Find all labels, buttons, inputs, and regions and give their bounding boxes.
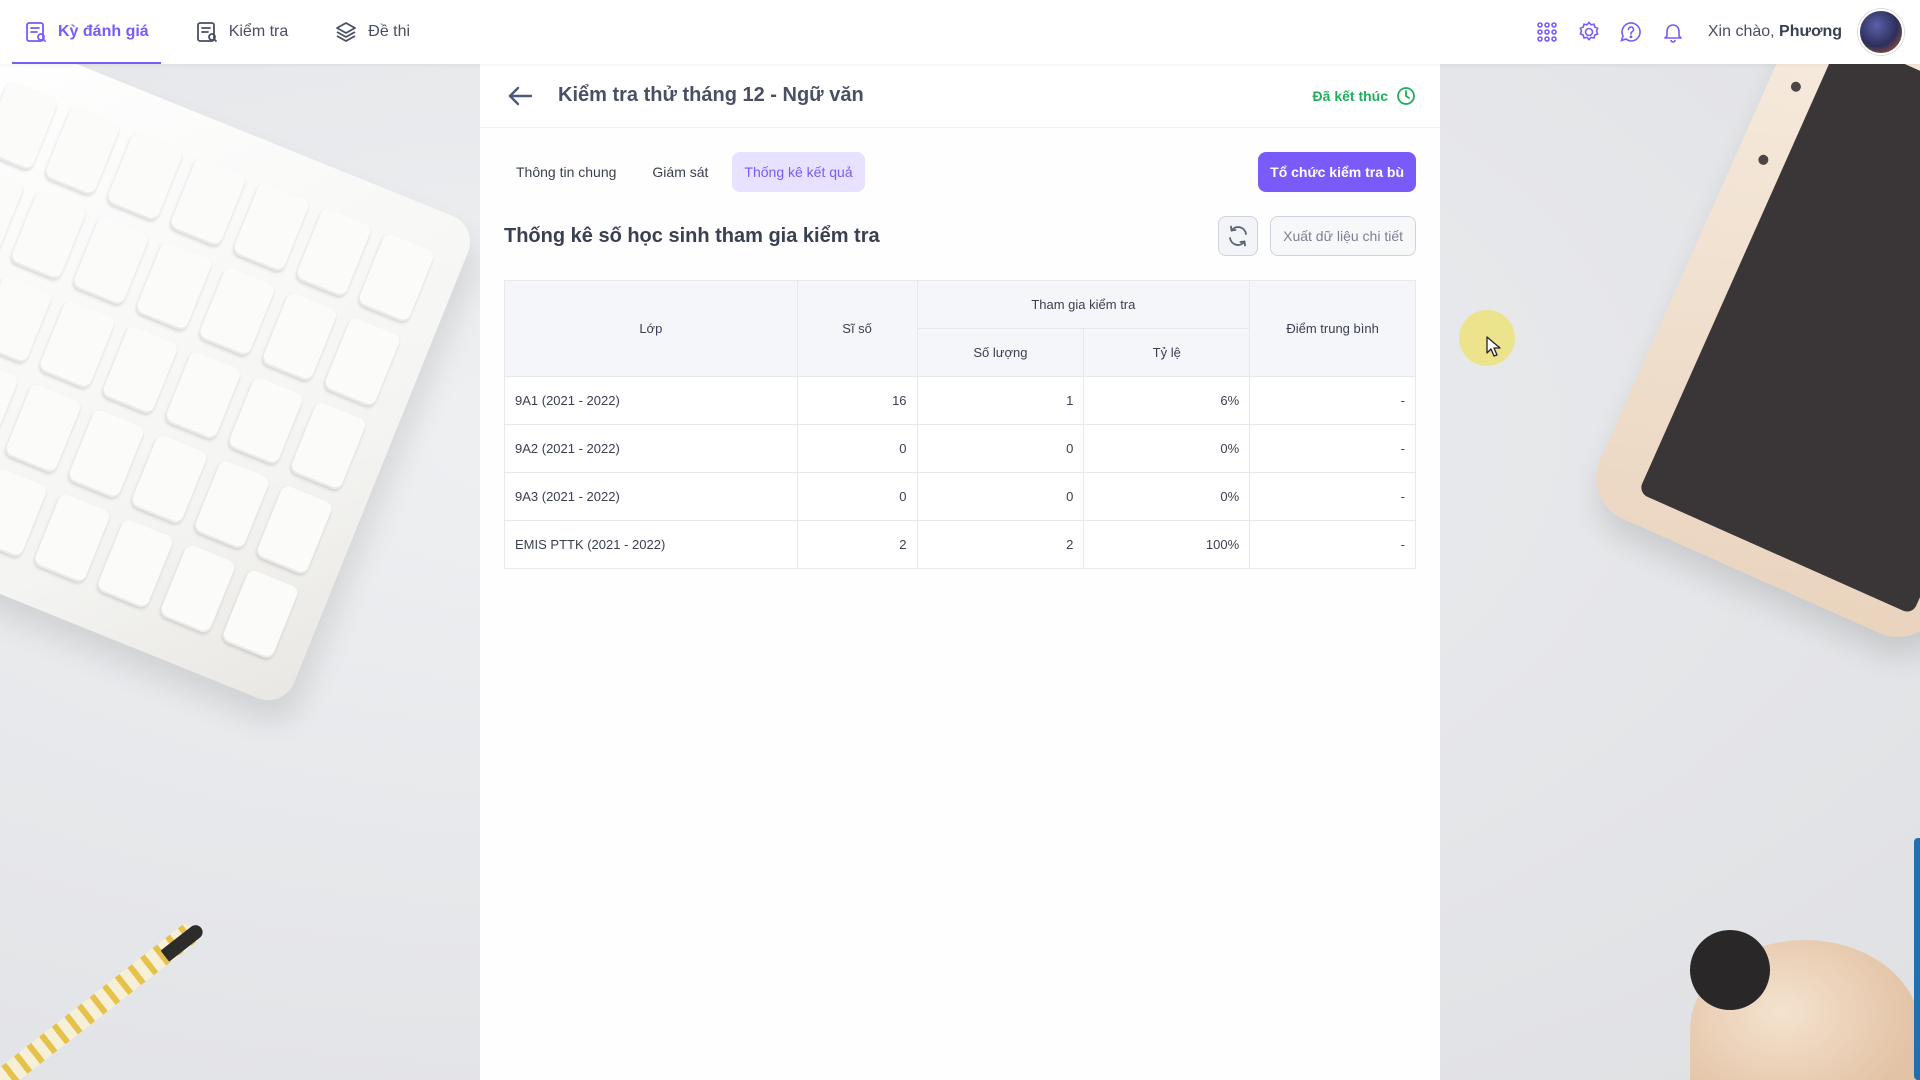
cell-ty-le: 0% xyxy=(1083,472,1251,521)
help-icon[interactable] xyxy=(1618,19,1644,45)
greeting-text: Xin chào, Phương xyxy=(1708,23,1842,41)
participation-stats-table: Lớp Sĩ số Tham gia kiểm tra Điểm trung b… xyxy=(504,280,1416,569)
header-so-luong: Số lượng xyxy=(916,328,1085,377)
status-label: Đã kết thúc xyxy=(1312,87,1388,104)
plush-dark-decoration xyxy=(1690,930,1770,1010)
cell-so-luong: 0 xyxy=(916,424,1085,473)
cell-si-so: 0 xyxy=(796,424,918,473)
export-detail-button[interactable]: Xuất dữ liệu chi tiết xyxy=(1270,216,1416,256)
nav-item-label: Đề thi xyxy=(368,23,411,40)
panel-header: Kiểm tra thử tháng 12 - Ngữ văn Đã kết t… xyxy=(480,64,1440,128)
cell-lop: 9A1 (2021 - 2022) xyxy=(504,376,798,425)
header-si-so: Sĩ số xyxy=(796,280,918,377)
cell-ty-le: 100% xyxy=(1083,520,1251,569)
tab-thong-ke-ket-qua[interactable]: Thống kê kết quả xyxy=(732,152,865,192)
main-panel: Kiểm tra thử tháng 12 - Ngữ văn Đã kết t… xyxy=(480,64,1440,1080)
tabs-row: Thông tin chung Giám sát Thống kê kết qu… xyxy=(480,152,1440,192)
cell-so-luong: 1 xyxy=(916,376,1085,425)
header-tham-gia: Tham gia kiểm tra xyxy=(916,280,1251,329)
nav-item-label: Kiểm tra xyxy=(228,23,289,40)
gear-icon[interactable] xyxy=(1576,19,1602,45)
back-button[interactable] xyxy=(504,80,536,112)
user-name: Phương xyxy=(1779,23,1842,40)
section-title: Thống kê số học sinh tham gia kiểm tra xyxy=(504,224,880,247)
cell-si-so: 16 xyxy=(796,376,918,425)
top-navigation-bar: Kỳ đánh giá Kiểm tra Đề thi Xin chào, Ph… xyxy=(0,0,1920,64)
cell-diem-tb: - xyxy=(1249,424,1416,473)
greeting-prefix: Xin chào, xyxy=(1707,23,1775,40)
side-widget-handle[interactable] xyxy=(1914,838,1920,1080)
cell-si-so: 0 xyxy=(796,472,918,521)
tab-giam-sat[interactable]: Giám sát xyxy=(640,152,720,192)
cell-so-luong: 0 xyxy=(916,472,1085,521)
refresh-button[interactable] xyxy=(1218,216,1259,256)
nav-item-label: Kỳ đánh giá xyxy=(58,23,149,40)
page-title: Kiểm tra thử tháng 12 - Ngữ văn xyxy=(558,84,864,106)
cell-lop: 9A2 (2021 - 2022) xyxy=(504,424,798,473)
cell-diem-tb: - xyxy=(1249,520,1416,569)
topbar-right-group: Xin chào, Phương xyxy=(1534,0,1904,64)
arrow-left-icon xyxy=(508,86,533,105)
cell-diem-tb: - xyxy=(1249,472,1416,521)
header-diem-tb: Điểm trung bình xyxy=(1249,280,1416,377)
nav-item-de-thi[interactable]: Đề thi xyxy=(322,0,422,64)
cell-ty-le: 6% xyxy=(1083,376,1251,425)
clipboard-list-icon xyxy=(24,20,48,44)
status-badge: Đã kết thúc xyxy=(1313,86,1416,106)
header-ty-le: Tỷ lệ xyxy=(1083,328,1251,377)
clock-icon xyxy=(1397,86,1415,105)
nav-item-kiem-tra[interactable]: Kiểm tra xyxy=(183,0,301,64)
test-sheet-icon xyxy=(195,20,219,44)
layers-icon xyxy=(334,20,358,44)
section-header: Thống kê số học sinh tham gia kiểm tra X… xyxy=(480,216,1440,256)
table-row: EMIS PTTK (2021 - 2022) 2 2 100% - xyxy=(504,520,1416,569)
cell-so-luong: 2 xyxy=(916,520,1085,569)
cell-lop: 9A3 (2021 - 2022) xyxy=(504,472,798,521)
tab-thong-tin-chung[interactable]: Thông tin chung xyxy=(504,152,628,192)
apps-grid-icon[interactable] xyxy=(1534,19,1560,45)
nav-item-ky-danh-gia[interactable]: Kỳ đánh giá xyxy=(12,0,161,64)
bell-icon[interactable] xyxy=(1660,19,1686,45)
mouse-cursor-icon xyxy=(1486,336,1501,357)
table-row: 9A1 (2021 - 2022) 16 1 6% - xyxy=(504,376,1416,425)
table-row: 9A2 (2021 - 2022) 0 0 0% - xyxy=(504,424,1416,473)
avatar[interactable] xyxy=(1858,9,1904,55)
cell-si-so: 2 xyxy=(796,520,918,569)
table-row: 9A3 (2021 - 2022) 0 0 0% - xyxy=(504,472,1416,521)
refresh-icon xyxy=(1229,225,1248,247)
cell-lop: EMIS PTTK (2021 - 2022) xyxy=(504,520,798,569)
cell-ty-le: 0% xyxy=(1083,424,1251,473)
organize-makeup-test-button[interactable]: Tổ chức kiểm tra bù xyxy=(1258,152,1416,192)
cell-diem-tb: - xyxy=(1249,376,1416,425)
header-lop: Lớp xyxy=(504,280,798,377)
